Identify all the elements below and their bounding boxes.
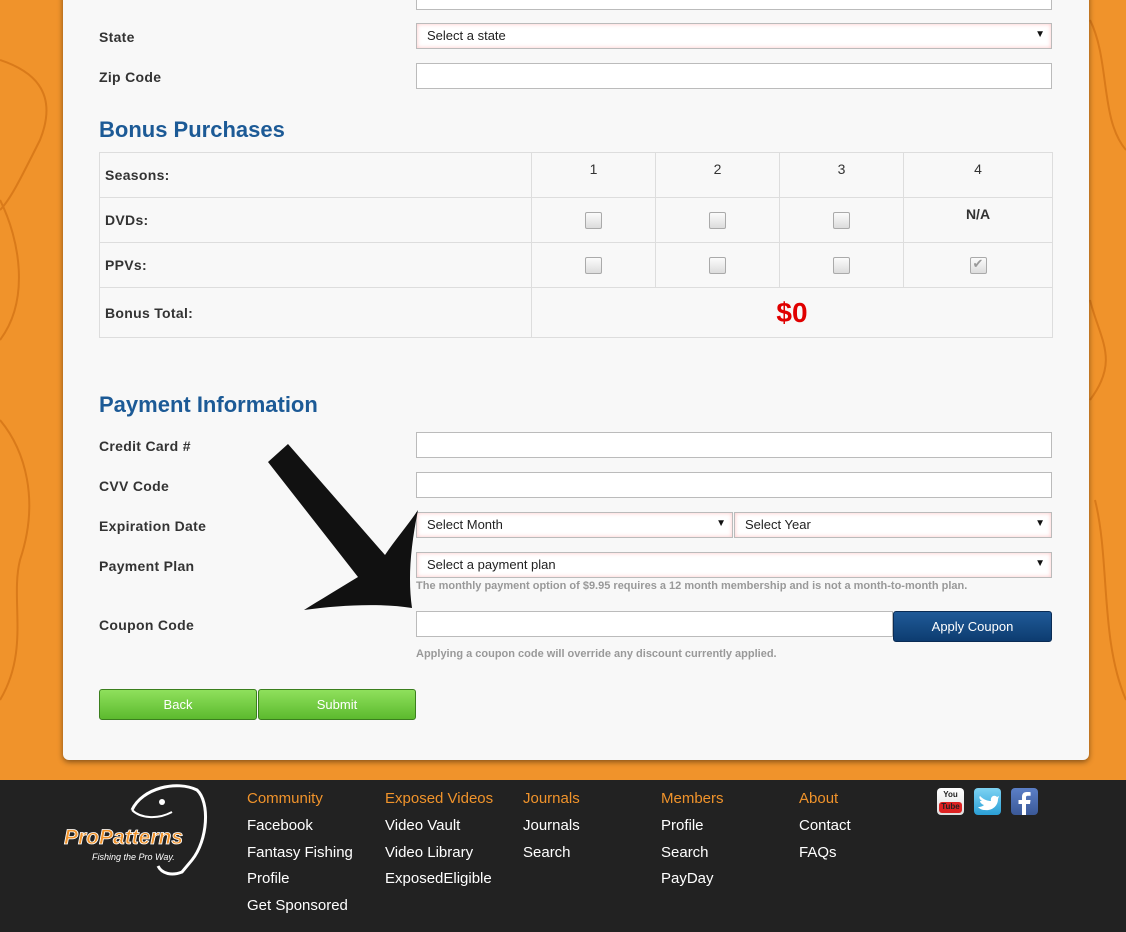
chevron-down-icon: ▼	[716, 518, 726, 529]
chevron-down-icon: ▼	[1035, 558, 1045, 569]
season-header: 1	[531, 152, 656, 198]
footer-heading[interactable]: Members	[661, 790, 724, 810]
seasons-label: Seasons:	[99, 152, 532, 198]
season-header: 4	[903, 152, 1053, 198]
bonus-total-value: $0	[531, 287, 1053, 338]
twitter-bird-icon	[978, 795, 999, 811]
twitter-icon[interactable]	[974, 788, 1001, 815]
footer-link[interactable]: Journals	[523, 817, 580, 844]
coupon-field[interactable]	[416, 611, 893, 637]
footer-link[interactable]: Contact	[799, 817, 851, 844]
footer-column-community: Community Facebook Fantasy Fishing Profi…	[247, 790, 353, 923]
season-header: 2	[655, 152, 780, 198]
facebook-f-icon	[1018, 792, 1031, 815]
ppv-season-3-checkbox[interactable]	[833, 256, 850, 274]
expiration-year-select[interactable]: Select Year ▼	[734, 512, 1052, 538]
dvd-season-2-checkbox[interactable]	[709, 211, 726, 229]
logo-tagline: Fishing the Pro Way.	[92, 852, 175, 862]
footer-link[interactable]: Facebook	[247, 817, 353, 844]
ppv-season-2-checkbox[interactable]	[709, 256, 726, 274]
footer-link[interactable]: Profile	[247, 870, 353, 897]
coupon-label: Coupon Code	[99, 617, 195, 633]
footer-column-journals: Journals Journals Search	[523, 790, 580, 870]
youtube-icon[interactable]: You Tube	[937, 788, 964, 815]
facebook-icon[interactable]	[1011, 788, 1038, 815]
footer-link[interactable]: Video Vault	[385, 817, 493, 844]
state-label: State	[99, 29, 135, 45]
footer-link[interactable]: Get Sponsored	[247, 897, 353, 924]
season-header: 3	[779, 152, 904, 198]
payment-heading: Payment Information	[99, 392, 318, 417]
dvd-season-1-checkbox[interactable]	[585, 211, 602, 229]
form-card	[63, 0, 1089, 760]
expiration-label: Expiration Date	[99, 518, 207, 534]
zip-label: Zip Code	[99, 69, 162, 85]
payment-plan-select[interactable]: Select a payment plan ▼	[416, 552, 1052, 578]
footer-link[interactable]: Video Library	[385, 844, 493, 871]
apply-coupon-button[interactable]: Apply Coupon	[893, 611, 1052, 642]
chevron-down-icon: ▼	[1035, 518, 1045, 529]
credit-card-field[interactable]	[416, 432, 1052, 458]
dvd-season-3-checkbox[interactable]	[833, 211, 850, 229]
submit-button[interactable]: Submit	[258, 689, 416, 720]
logo-text: ProPatterns	[64, 826, 183, 849]
credit-card-label: Credit Card #	[99, 438, 191, 454]
ppvs-label: PPVs:	[99, 242, 532, 288]
back-button[interactable]: Back	[99, 689, 257, 720]
annotation-arrow-icon	[268, 444, 418, 610]
footer-column-exposed-videos: Exposed Videos Video Vault Video Library…	[385, 790, 493, 897]
footer-link[interactable]: PayDay	[661, 870, 724, 897]
footer-heading[interactable]: Exposed Videos	[385, 790, 493, 810]
propatterns-logo[interactable]: ProPatterns Fishing the Pro Way.	[62, 780, 212, 880]
chevron-down-icon: ▼	[1035, 29, 1045, 40]
footer-link[interactable]: Search	[661, 844, 724, 871]
footer-link[interactable]: FAQs	[799, 844, 851, 871]
ppv-season-4-checkbox[interactable]	[969, 256, 987, 274]
footer-link[interactable]: ExposedEligible	[385, 870, 493, 897]
youtube-icon-text: You Tube	[941, 790, 960, 811]
footer-column-members: Members Profile Search PayDay	[661, 790, 724, 897]
cvv-label: CVV Code	[99, 478, 170, 494]
payment-plan-label: Payment Plan	[99, 558, 195, 574]
bonus-heading: Bonus Purchases	[99, 117, 285, 142]
footer-link[interactable]: Fantasy Fishing	[247, 844, 353, 871]
footer: ProPatterns Fishing the Pro Way. Communi…	[0, 780, 1126, 932]
month-select-value: Select Month	[427, 517, 503, 532]
payment-plan-note: The monthly payment option of $9.95 requ…	[416, 580, 968, 592]
state-select[interactable]: Select a state ▼	[416, 23, 1052, 49]
ppv-season-1-checkbox[interactable]	[585, 256, 602, 274]
footer-column-about: About Contact FAQs	[799, 790, 851, 870]
expiration-month-select[interactable]: Select Month ▼	[416, 512, 733, 538]
footer-heading[interactable]: Journals	[523, 790, 580, 810]
footer-heading[interactable]: About	[799, 790, 851, 810]
coupon-note: Applying a coupon code will override any…	[416, 648, 777, 660]
bonus-total-label: Bonus Total:	[99, 287, 532, 338]
dvds-label: DVDs:	[99, 197, 532, 243]
state-select-value: Select a state	[427, 28, 506, 43]
footer-heading[interactable]: Community	[247, 790, 353, 810]
footer-link[interactable]: Search	[523, 844, 580, 871]
zip-field[interactable]	[416, 63, 1052, 89]
plan-select-value: Select a payment plan	[427, 557, 556, 572]
cvv-field[interactable]	[416, 472, 1052, 498]
dvd-season-4-na: N/A	[903, 197, 1053, 243]
city-field[interactable]	[416, 0, 1052, 10]
bonus-table: Seasons: 1 2 3 4 DVDs: N/A PPVs: Bonus T…	[99, 152, 1053, 338]
year-select-value: Select Year	[745, 517, 811, 532]
footer-link[interactable]: Profile	[661, 817, 724, 844]
